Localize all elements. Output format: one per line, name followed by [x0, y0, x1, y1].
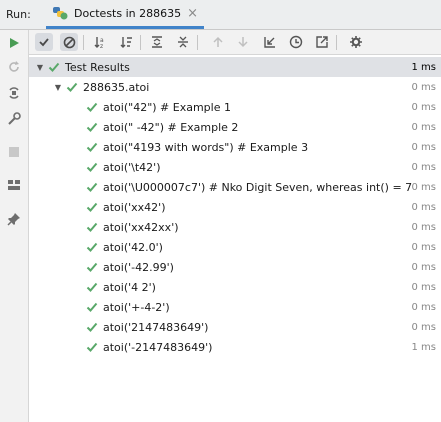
passed-check-icon — [86, 102, 98, 112]
test-row[interactable]: atoi("42") # Example 1 0 ms — [29, 97, 441, 117]
sort-by-duration-icon[interactable] — [117, 33, 135, 51]
test-time: 0 ms — [411, 301, 437, 313]
passed-check-icon — [86, 122, 98, 132]
test-label: atoi('xx42xx') — [103, 220, 179, 234]
tab-title: Doctests in 288635 — [74, 6, 182, 20]
test-history-icon[interactable] — [287, 33, 305, 51]
passed-check-icon — [86, 262, 98, 272]
test-label: atoi('4 2') — [103, 280, 156, 294]
test-toolbar: az — [29, 30, 441, 55]
passed-check-icon — [66, 82, 78, 92]
passed-check-icon — [86, 182, 98, 192]
test-row[interactable]: atoi('-2147483649') 1 ms — [29, 337, 441, 357]
rerun-icon[interactable] — [5, 34, 23, 52]
tree-root-label: Test Results — [65, 60, 130, 74]
test-time: 0 ms — [411, 241, 437, 253]
pin-icon[interactable] — [5, 210, 23, 228]
rerun-failed-icon[interactable] — [5, 58, 23, 76]
python-tests-icon — [52, 6, 68, 20]
passed-check-icon — [86, 142, 98, 152]
test-label: atoi('xx42') — [103, 200, 166, 214]
svg-text:z: z — [100, 43, 103, 49]
test-row[interactable]: atoi('2147483649') 0 ms — [29, 317, 441, 337]
test-time: 0 ms — [411, 121, 437, 133]
test-label: atoi('-42.99') — [103, 260, 174, 274]
passed-check-icon — [86, 282, 98, 292]
test-results-tree: ▼ Test Results 1 ms ▼ 288635.atoi 0 ms a… — [29, 55, 441, 422]
test-label: atoi("42") # Example 1 — [103, 100, 231, 114]
expand-all-icon[interactable] — [148, 33, 166, 51]
passed-check-icon — [48, 62, 60, 72]
test-time: 0 ms — [411, 321, 437, 333]
test-row[interactable]: atoi('xx42xx') 0 ms — [29, 217, 441, 237]
import-tests-icon[interactable] — [261, 33, 279, 51]
passed-check-icon — [86, 202, 98, 212]
toggle-auto-test-icon[interactable] — [5, 84, 23, 102]
previous-failed-icon[interactable] — [209, 33, 227, 51]
settings-icon[interactable] — [347, 33, 365, 51]
layout-icon[interactable] — [5, 176, 23, 194]
test-time: 0 ms — [411, 221, 437, 233]
test-label: atoi('2147483649') — [103, 320, 209, 334]
test-time: 0 ms — [411, 281, 437, 293]
test-time: 0 ms — [411, 161, 437, 173]
test-label: atoi('+-4-2') — [103, 300, 170, 314]
test-time: 0 ms — [411, 261, 437, 273]
expand-arrow-icon[interactable]: ▼ — [35, 63, 45, 72]
test-label: atoi(" -42") # Example 2 — [103, 120, 239, 134]
test-row[interactable]: atoi(" -42") # Example 2 0 ms — [29, 117, 441, 137]
run-tool-header: Run: Doctests in 288635 × — [0, 0, 441, 30]
test-row[interactable]: atoi('-42.99') 0 ms — [29, 257, 441, 277]
show-passed-icon[interactable] — [35, 33, 53, 51]
tree-root-time: 1 ms — [411, 61, 437, 73]
test-label: atoi('\U000007c7') # Nko Digit Seven, wh… — [103, 180, 413, 194]
test-row[interactable]: atoi('42.0') 0 ms — [29, 237, 441, 257]
show-ignored-icon[interactable] — [60, 33, 78, 51]
test-time: 0 ms — [411, 181, 437, 193]
test-time: 0 ms — [411, 141, 437, 153]
passed-check-icon — [86, 342, 98, 352]
close-tab-icon[interactable]: × — [187, 6, 198, 21]
test-label: atoi('42.0') — [103, 240, 163, 254]
test-row[interactable]: atoi('\U000007c7') # Nko Digit Seven, wh… — [29, 177, 441, 197]
passed-check-icon — [86, 222, 98, 232]
test-row[interactable]: atoi('+-4-2') 0 ms — [29, 297, 441, 317]
test-label: atoi('-2147483649') — [103, 340, 213, 354]
next-failed-icon[interactable] — [234, 33, 252, 51]
test-row[interactable]: atoi("4193 with words") # Example 3 0 ms — [29, 137, 441, 157]
run-label: Run: — [6, 8, 31, 21]
tree-module-row[interactable]: ▼ 288635.atoi 0 ms — [29, 77, 441, 97]
test-time: 0 ms — [411, 101, 437, 113]
collapse-all-icon[interactable] — [174, 33, 192, 51]
settings-wrench-icon[interactable] — [5, 110, 23, 128]
test-row[interactable]: atoi('4 2') 0 ms — [29, 277, 441, 297]
test-label: atoi('\t42') — [103, 160, 161, 174]
expand-arrow-icon[interactable]: ▼ — [53, 83, 63, 92]
sort-alphabetically-icon[interactable]: az — [91, 33, 109, 51]
run-tab[interactable]: Doctests in 288635 × — [46, 0, 205, 29]
left-action-bar — [0, 30, 29, 422]
passed-check-icon — [86, 322, 98, 332]
passed-check-icon — [86, 162, 98, 172]
tree-module-label: 288635.atoi — [83, 80, 150, 94]
stop-icon[interactable] — [5, 143, 23, 161]
test-time: 0 ms — [411, 201, 437, 213]
test-label: atoi("4193 with words") # Example 3 — [103, 140, 309, 154]
passed-check-icon — [86, 302, 98, 312]
test-time: 1 ms — [411, 341, 437, 353]
passed-check-icon — [86, 242, 98, 252]
test-row[interactable]: atoi('xx42') 0 ms — [29, 197, 441, 217]
tree-module-time: 0 ms — [411, 81, 437, 93]
tree-root-row[interactable]: ▼ Test Results 1 ms — [29, 57, 441, 77]
test-row[interactable]: atoi('\t42') 0 ms — [29, 157, 441, 177]
export-results-icon[interactable] — [313, 33, 331, 51]
